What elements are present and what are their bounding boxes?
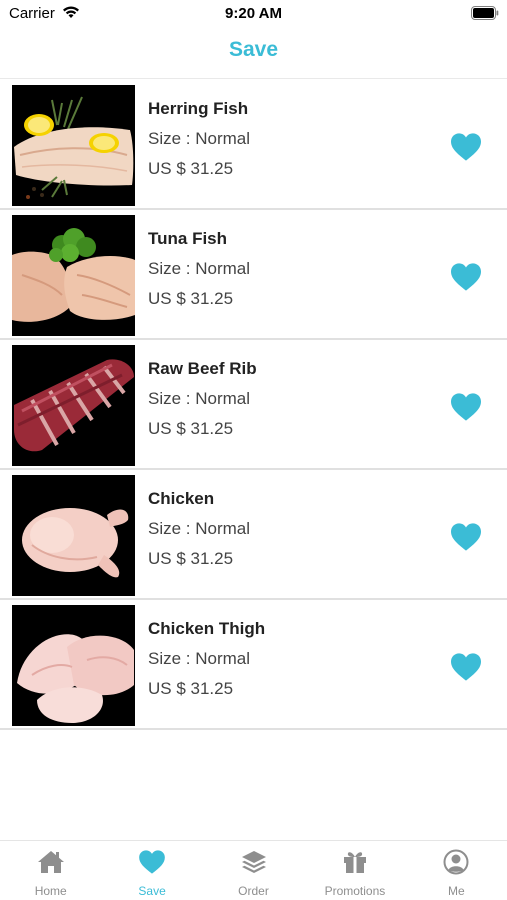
product-size: Size : Normal: [148, 519, 251, 538]
heart-icon: [138, 849, 166, 875]
heart-icon[interactable]: [449, 262, 483, 292]
page-title: Save: [228, 38, 279, 61]
tab-promotions-label: Promotions: [324, 884, 386, 898]
gift-icon: [341, 849, 369, 875]
heart-icon[interactable]: [449, 652, 483, 682]
product-name: Chicken: [148, 489, 215, 508]
battery-icon: [471, 6, 499, 20]
product-price: US $ 31.25: [148, 679, 234, 698]
product-image-raw-beef-rib[interactable]: [12, 345, 135, 466]
product-size: Size : Normal: [148, 389, 251, 408]
tab-order-label: Order: [238, 884, 269, 898]
heart-icon[interactable]: [449, 392, 483, 422]
product-image-herring-fish[interactable]: [12, 85, 135, 206]
product-size: Size : Normal: [148, 129, 251, 148]
list-item[interactable]: Raw Beef Rib Size : Normal US $ 31.25: [0, 340, 507, 470]
product-price: US $ 31.25: [148, 289, 234, 308]
product-name: Raw Beef Rib: [148, 359, 257, 378]
product-name: Chicken Thigh: [148, 619, 266, 638]
product-price: US $ 31.25: [148, 419, 234, 438]
clock: 9:20 AM: [225, 5, 282, 22]
tab-save[interactable]: Save: [101, 841, 202, 900]
product-image-chicken-thigh[interactable]: [12, 605, 135, 726]
tab-me-label: Me: [447, 884, 465, 898]
list-item[interactable]: Tuna Fish Size : Normal US $ 31.25: [0, 210, 507, 340]
status-bar: Carrier 9:20 AM: [0, 0, 507, 30]
tab-me[interactable]: Me: [406, 841, 507, 900]
list-item[interactable]: Herring Fish Size : Normal US $ 31.25: [0, 80, 507, 210]
product-image-tuna-fish[interactable]: [12, 215, 135, 336]
tab-order[interactable]: Order: [203, 841, 304, 900]
header-divider: [0, 78, 507, 79]
saved-items-list: Herring Fish Size : Normal US $ 31.25 Tu…: [0, 80, 507, 730]
heart-icon[interactable]: [449, 132, 483, 162]
layers-icon: [240, 849, 268, 875]
home-icon: [37, 849, 65, 875]
product-price: US $ 31.25: [148, 159, 234, 178]
user-icon: [442, 849, 470, 875]
tab-bar: Home Save Order Promotions Me: [0, 840, 507, 900]
tab-save-label: Save: [138, 884, 166, 898]
product-image-chicken[interactable]: [12, 475, 135, 596]
list-item[interactable]: Chicken Size : Normal US $ 31.25: [0, 470, 507, 600]
list-item[interactable]: Chicken Thigh Size : Normal US $ 31.25: [0, 600, 507, 730]
product-size: Size : Normal: [148, 649, 251, 668]
heart-icon[interactable]: [449, 522, 483, 552]
product-price: US $ 31.25: [148, 549, 234, 568]
tab-promotions[interactable]: Promotions: [304, 841, 405, 900]
product-name: Tuna Fish: [148, 229, 228, 248]
product-name: Herring Fish: [148, 99, 249, 118]
product-size: Size : Normal: [148, 259, 251, 278]
tab-home[interactable]: Home: [0, 841, 101, 900]
tab-home-label: Home: [34, 884, 67, 898]
